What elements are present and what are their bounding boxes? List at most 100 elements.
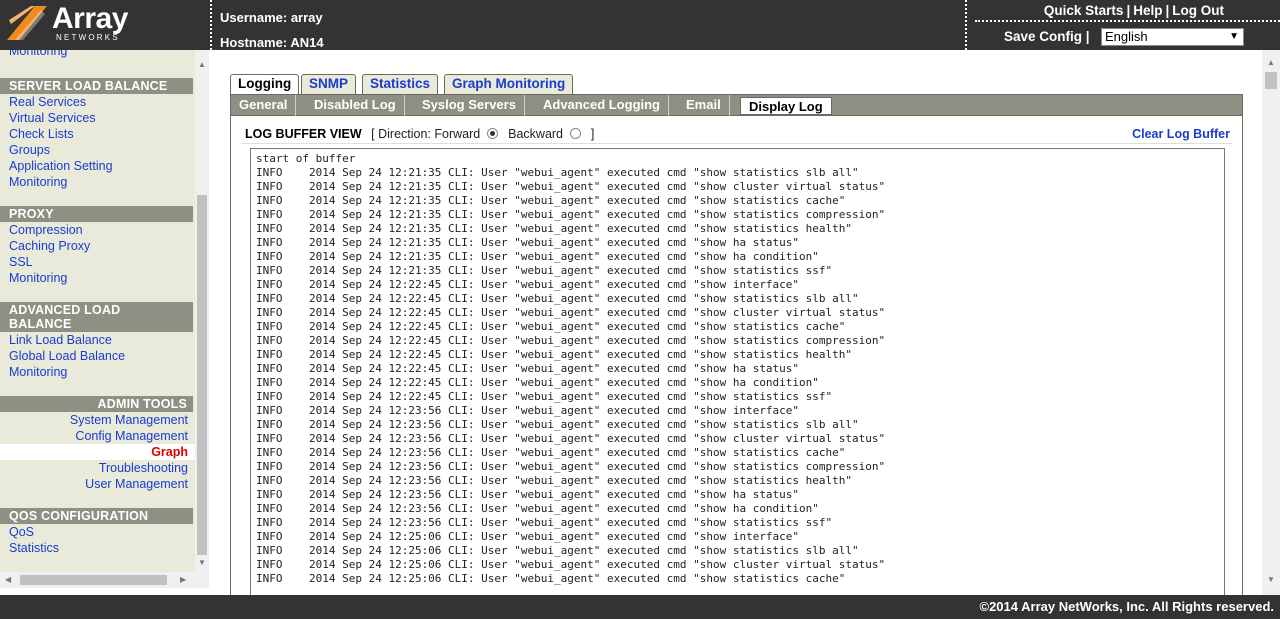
footer-bar: ©2014 Array NetWorks, Inc. All Rights re… (0, 595, 1280, 619)
sidebar-item-link-load-balance[interactable]: Link Load Balance (0, 332, 195, 348)
quick-starts-link[interactable]: Quick Starts (1044, 3, 1124, 18)
log-line: INFO 2014 Sep 24 12:21:35 CLI: User "web… (256, 208, 886, 221)
log-line: INFO 2014 Sep 24 12:23:56 CLI: User "web… (256, 516, 833, 529)
sidebar-hscroll-thumb[interactable] (20, 575, 167, 585)
sidebar-item-global-load-balance[interactable]: Global Load Balance (0, 348, 195, 364)
backward-radio[interactable] (569, 128, 581, 139)
sidebar-item-application-setting[interactable]: Application Setting (0, 158, 195, 174)
log-line: INFO 2014 Sep 24 12:22:45 CLI: User "web… (256, 292, 859, 305)
tab-graph-monitoring[interactable]: Graph Monitoring (444, 74, 574, 95)
sidebar-item-graph[interactable]: Graph (0, 444, 195, 460)
sidebar-item-config-management[interactable]: Config Management (0, 428, 195, 444)
header-dotted-rule (975, 20, 1280, 22)
sidebar-item-alb-monitoring[interactable]: Monitoring (0, 364, 195, 380)
log-line: INFO 2014 Sep 24 12:22:45 CLI: User "web… (256, 390, 833, 403)
sidebar-item-monitoring-partial[interactable]: Monitoring (0, 50, 67, 59)
log-output-box[interactable]: start of buffer INFO 2014 Sep 24 12:21:35… (250, 148, 1225, 595)
language-select[interactable]: English ▼ (1101, 28, 1244, 46)
subtab-advanced-logging[interactable]: Advanced Logging (535, 95, 669, 116)
sidebar-item-virtual-services[interactable]: Virtual Services (0, 110, 195, 126)
scroll-up-arrow-icon[interactable]: ▲ (198, 60, 206, 69)
language-value: English (1105, 29, 1148, 44)
scroll-left-arrow-icon[interactable]: ◀ (5, 575, 11, 584)
tab-snmp[interactable]: SNMP (301, 74, 357, 95)
scroll-right-arrow-icon[interactable]: ▶ (180, 575, 186, 584)
tab-statistics[interactable]: Statistics (362, 74, 439, 95)
logo-mark-icon (7, 6, 47, 40)
scroll-up-arrow-icon[interactable]: ▲ (1267, 58, 1275, 67)
sidebar-item-ssl[interactable]: SSL (0, 254, 195, 270)
sidebar-item-real-services[interactable]: Real Services (0, 94, 195, 110)
log-line: INFO 2014 Sep 24 12:21:35 CLI: User "web… (256, 180, 886, 193)
sidebar-item-caching-proxy[interactable]: Caching Proxy (0, 238, 195, 254)
log-line: start of buffer (256, 152, 356, 165)
scroll-down-arrow-icon[interactable]: ▼ (1267, 575, 1275, 584)
log-line: INFO 2014 Sep 24 12:21:35 CLI: User "web… (256, 194, 846, 207)
log-line: INFO 2014 Sep 24 12:21:35 CLI: User "web… (256, 222, 853, 235)
log-line: INFO 2014 Sep 24 12:25:06 CLI: User "web… (256, 530, 800, 543)
logout-link[interactable]: Log Out (1172, 3, 1224, 18)
log-line: INFO 2014 Sep 24 12:23:56 CLI: User "web… (256, 418, 859, 431)
sidebar-item-qos-statistics[interactable]: Statistics (0, 540, 195, 556)
log-line: INFO 2014 Sep 24 12:23:56 CLI: User "web… (256, 502, 819, 515)
direction-label: [ Direction: Forward (371, 127, 481, 141)
sidebar-vertical-scrollbar[interactable]: ▲ ▼ (195, 50, 209, 572)
log-line: INFO 2014 Sep 24 12:23:56 CLI: User "web… (256, 474, 853, 487)
subtab-syslog-servers[interactable]: Syslog Servers (414, 95, 525, 116)
log-line: INFO 2014 Sep 24 12:21:35 CLI: User "web… (256, 264, 833, 277)
hostname-value: AN14 (290, 35, 324, 50)
subtab-general[interactable]: General (231, 95, 297, 116)
section-server-load-balance: SERVER LOAD BALANCE (0, 78, 193, 94)
sidebar-item-proxy-monitoring[interactable]: Monitoring (0, 270, 195, 286)
main-vertical-scrollbar[interactable]: ▲ ▼ (1262, 50, 1280, 595)
sidebar-item-qos[interactable]: QoS (0, 524, 195, 540)
hostname-label: Hostname: (220, 35, 288, 50)
sidebar-scroll-thumb[interactable] (197, 195, 207, 555)
sidebar-item-user-management[interactable]: User Management (0, 476, 195, 492)
sidebar-item-troubleshooting[interactable]: Troubleshooting (0, 460, 195, 476)
header-bar: Array NETWORKS Username: array Hostname:… (0, 0, 1280, 50)
tab-logging[interactable]: Logging (230, 74, 300, 96)
sidebar-item-system-management[interactable]: System Management (0, 412, 195, 428)
separator: | (1085, 29, 1090, 44)
sidebar-horizontal-scrollbar[interactable]: ◀ ▶ (0, 572, 209, 588)
log-line: INFO 2014 Sep 24 12:23:56 CLI: User "web… (256, 432, 886, 445)
log-line: INFO 2014 Sep 24 12:21:35 CLI: User "web… (256, 250, 819, 263)
log-line: INFO 2014 Sep 24 12:22:45 CLI: User "web… (256, 278, 800, 291)
main-scroll-thumb[interactable] (1265, 72, 1277, 89)
logo-sub-text: NETWORKS (56, 33, 120, 42)
log-line: INFO 2014 Sep 24 12:22:45 CLI: User "web… (256, 348, 853, 361)
clear-log-buffer-link[interactable]: Clear Log Buffer (1132, 127, 1230, 141)
forward-radio[interactable] (486, 128, 498, 139)
sidebar-item-groups[interactable]: Groups (0, 142, 195, 158)
save-config-area: Save Config | (1004, 29, 1090, 44)
subtab-display-log[interactable]: Display Log (740, 97, 832, 115)
log-line: INFO 2014 Sep 24 12:25:06 CLI: User "web… (256, 572, 846, 585)
subtab-disabled-log[interactable]: Disabled Log (306, 95, 405, 116)
user-info: Username: array Hostname: AN14 (220, 5, 324, 55)
backward-label: Backward (508, 127, 564, 141)
separator: | (1165, 3, 1170, 18)
section-admin-tools: ADMIN TOOLS (0, 396, 193, 412)
header-divider-left (210, 0, 212, 50)
logo-brand-text: Array (52, 2, 128, 35)
sidebar-item-check-lists[interactable]: Check Lists (0, 126, 195, 142)
sidebar-item-compression[interactable]: Compression (0, 222, 195, 238)
log-line: INFO 2014 Sep 24 12:21:35 CLI: User "web… (256, 166, 859, 179)
separator: | (1126, 3, 1131, 18)
top-links: Quick Starts | Help | Log Out (1044, 3, 1224, 18)
scroll-down-arrow-icon[interactable]: ▼ (198, 558, 206, 567)
log-line: INFO 2014 Sep 24 12:25:06 CLI: User "web… (256, 558, 886, 571)
save-config-link[interactable]: Save Config (1004, 29, 1082, 44)
log-line: INFO 2014 Sep 24 12:23:56 CLI: User "web… (256, 404, 800, 417)
log-line: INFO 2014 Sep 24 12:22:45 CLI: User "web… (256, 334, 886, 347)
section-proxy: PROXY (0, 206, 193, 222)
help-link[interactable]: Help (1133, 3, 1162, 18)
subtab-email[interactable]: Email (678, 95, 730, 116)
log-line: INFO 2014 Sep 24 12:22:45 CLI: User "web… (256, 362, 800, 375)
section-qos-configuration: QOS CONFIGURATION (0, 508, 193, 524)
section-advanced-wrap: ADVANCED LOAD BALANCE (0, 302, 193, 332)
sidebar-item-slb-monitoring[interactable]: Monitoring (0, 174, 195, 190)
copyright-text: ©2014 Array NetWorks, Inc. All Rights re… (979, 599, 1275, 614)
array-networks-logo: Array NETWORKS (0, 0, 210, 50)
